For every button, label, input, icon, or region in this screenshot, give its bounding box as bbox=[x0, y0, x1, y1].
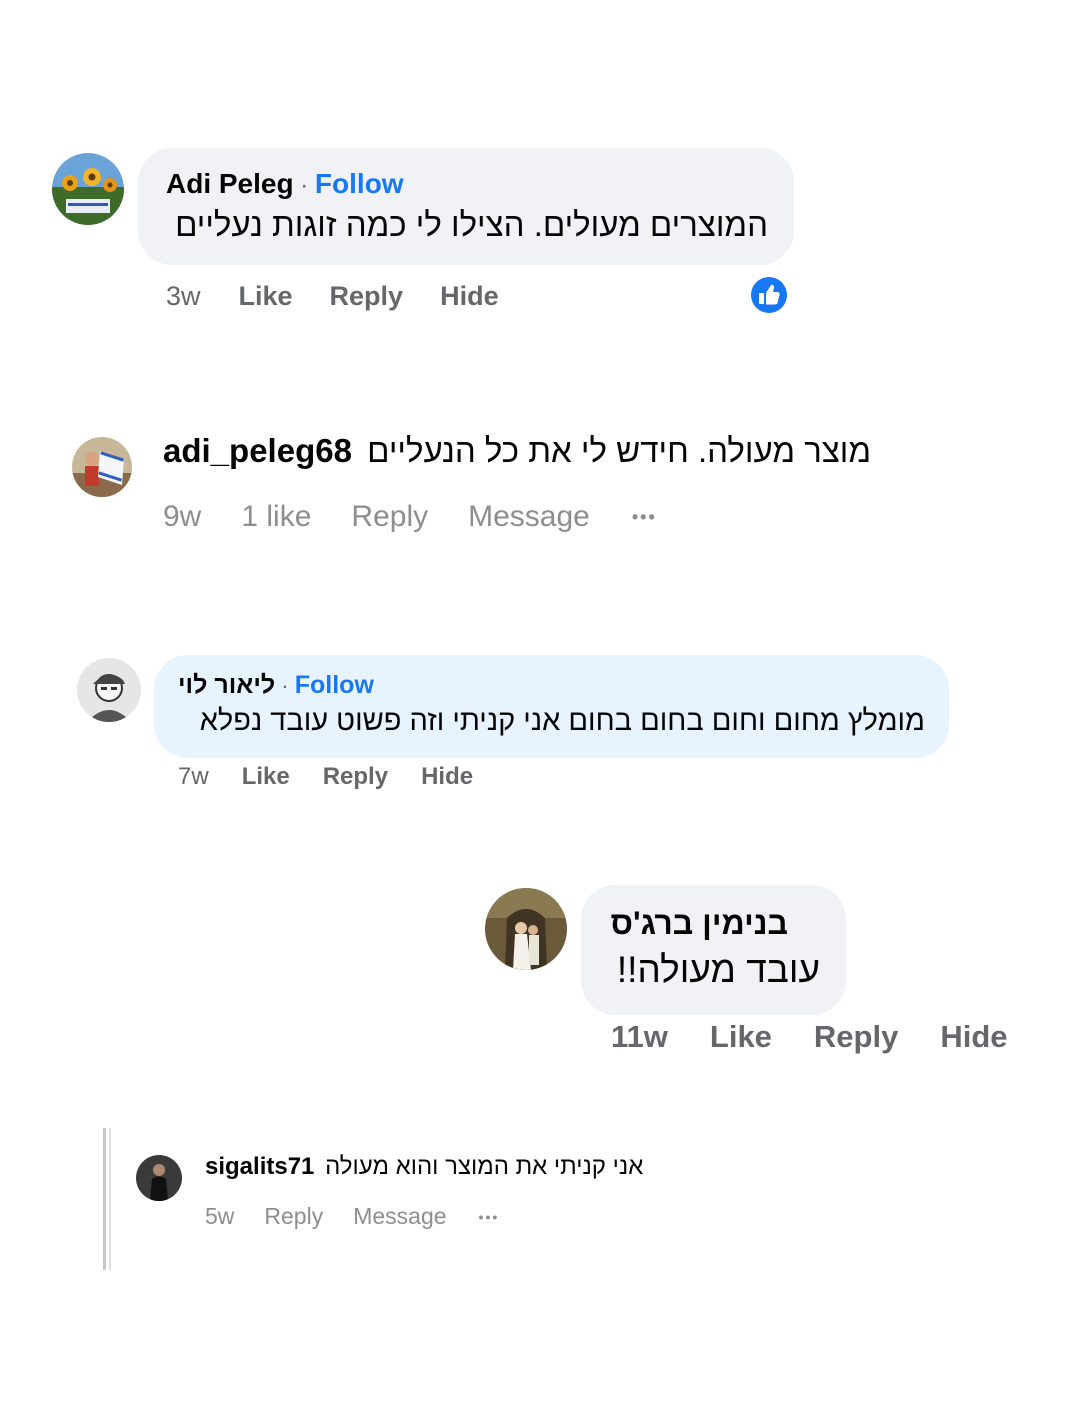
comment-actions: 5w Reply Message ••• bbox=[205, 1203, 499, 1230]
author-name[interactable]: adi_peleg68 bbox=[163, 432, 352, 469]
comment-actions: 3w Like Reply Hide bbox=[166, 281, 499, 312]
thread-line bbox=[103, 1128, 106, 1270]
more-options-icon[interactable]: ••• bbox=[632, 507, 657, 528]
avatar[interactable] bbox=[77, 658, 141, 722]
comment-bubble: ליאור לוי · Follow מומלץ מחום וחום בחום … bbox=[154, 655, 949, 758]
reply-button[interactable]: Reply bbox=[351, 500, 428, 534]
more-options-icon[interactable]: ••• bbox=[479, 1209, 500, 1225]
author-name[interactable]: sigalits71 bbox=[205, 1153, 314, 1180]
avatar[interactable] bbox=[52, 153, 124, 225]
timestamp[interactable]: 3w bbox=[166, 281, 201, 312]
reply-button[interactable]: Reply bbox=[814, 1019, 898, 1055]
avatar[interactable] bbox=[485, 888, 567, 970]
timestamp: 5w bbox=[205, 1203, 235, 1229]
reply-button[interactable]: Reply bbox=[330, 281, 404, 312]
hide-button[interactable]: Hide bbox=[440, 281, 499, 312]
timestamp[interactable]: 7w bbox=[178, 763, 209, 791]
reply-button[interactable]: Reply bbox=[264, 1203, 323, 1230]
follow-button[interactable]: Follow bbox=[295, 671, 374, 699]
like-button[interactable]: Like bbox=[239, 281, 293, 312]
avatar[interactable] bbox=[136, 1155, 182, 1201]
comment-actions: 7w Like Reply Hide bbox=[178, 763, 473, 791]
comment-actions: 11w Like Reply Hide bbox=[611, 1019, 1008, 1055]
message-button[interactable]: Message bbox=[468, 500, 590, 534]
thread-line bbox=[109, 1128, 111, 1270]
comment-text: עובד מעולה!! bbox=[616, 949, 820, 990]
comment-text: מוצר מעולה. חידש לי את כל הנעליים bbox=[367, 432, 872, 469]
author-name[interactable]: Adi Peleg bbox=[166, 168, 294, 199]
separator: · bbox=[293, 172, 315, 199]
comment-bubble: Adi Peleg · Follow המוצרים מעולים. הצילו… bbox=[138, 148, 794, 265]
comment-bubble: בנימין ברג'ס עובד מעולה!! bbox=[581, 885, 846, 1015]
avatar[interactable] bbox=[72, 437, 132, 497]
comment-text: אני קניתי את המוצר והוא מעולה bbox=[325, 1153, 644, 1180]
comment-actions: 9w 1 like Reply Message ••• bbox=[163, 500, 657, 534]
comment-text: המוצרים מעולים. הצילו לי כמה זוגות נעליי… bbox=[175, 206, 768, 243]
like-button[interactable]: Like bbox=[242, 763, 290, 791]
likes-count[interactable]: 1 like bbox=[241, 500, 311, 534]
hide-button[interactable]: Hide bbox=[421, 763, 473, 791]
author-name[interactable]: ליאור לוי bbox=[178, 671, 275, 699]
like-button[interactable]: Like bbox=[710, 1019, 772, 1055]
message-button[interactable]: Message bbox=[353, 1203, 446, 1230]
timestamp[interactable]: 11w bbox=[611, 1019, 668, 1055]
comment-text: מומלץ מחום וחום בחום בחום אני קניתי וזה … bbox=[199, 705, 925, 737]
author-name[interactable]: בנימין ברג'ס bbox=[611, 905, 788, 942]
follow-button[interactable]: Follow bbox=[315, 168, 404, 199]
reply-button[interactable]: Reply bbox=[323, 763, 388, 791]
thumbs-up-icon[interactable] bbox=[748, 274, 790, 316]
hide-button[interactable]: Hide bbox=[940, 1019, 1007, 1055]
timestamp: 9w bbox=[163, 500, 202, 533]
separator: · bbox=[275, 673, 295, 698]
